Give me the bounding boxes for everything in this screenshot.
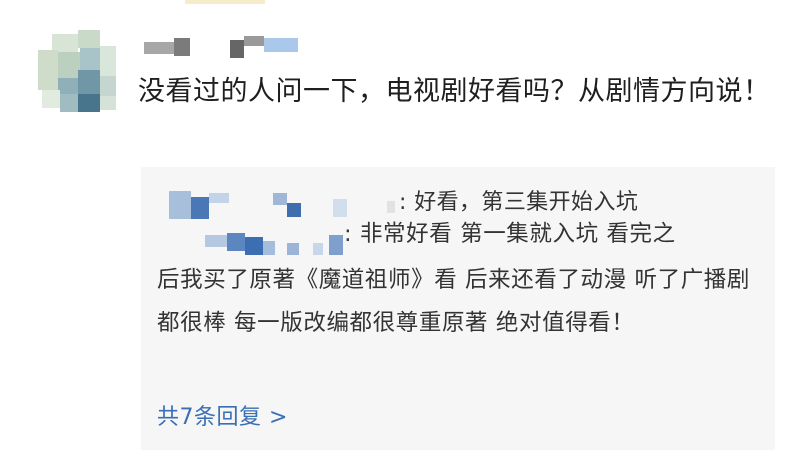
- author-pixel: [191, 197, 209, 219]
- username-pixel: [244, 36, 264, 46]
- author-pixel: [273, 193, 287, 205]
- reply-content: 好看，第三集开始入坑: [414, 190, 639, 215]
- reply-first-line: : 非常好看 第一集就入坑 看完之: [344, 213, 676, 256]
- avatar-pixel: [60, 94, 78, 112]
- avatar-pixel: [100, 96, 116, 110]
- avatar-pixel: [78, 94, 100, 112]
- reply-author-blurred[interactable]: [205, 229, 345, 259]
- author-pixel: [209, 193, 229, 203]
- avatar-pixel: [100, 76, 116, 96]
- reply-body: : 非常好看 第一集就入坑 看完之 后我买了原著《魔道祖师》看 后来还看了动漫 …: [157, 221, 767, 345]
- author-pixel: [169, 191, 191, 219]
- avatar-pixel: [42, 90, 60, 108]
- view-more-replies-link[interactable]: 共7条回复 >: [157, 399, 288, 431]
- reply-content-rest: 后我买了原著《魔道祖师》看 后来还看了动漫 听了广播剧 都很棒 每一版改编都很尊…: [157, 267, 751, 336]
- reply-separator: :: [399, 190, 407, 215]
- username-pixel: [230, 40, 244, 58]
- avatar-pixel: [100, 46, 116, 76]
- author-pixel: [287, 243, 299, 255]
- author-pixel: [313, 243, 323, 255]
- author-pixel: [263, 241, 275, 255]
- author-pixel: [387, 201, 395, 213]
- previous-item-edge: [185, 0, 265, 4]
- author-pixel: [287, 203, 301, 217]
- avatar[interactable]: [38, 30, 118, 112]
- reply-content: 非常好看 第一集就入坑 看完之: [359, 221, 676, 247]
- reply-preview-box[interactable]: : 好看，第三集开始入坑 : 非常好看 第一集就入坑 看完之 后我买了原著《魔道…: [141, 167, 775, 450]
- reply-separator: :: [344, 221, 353, 247]
- avatar-pixel: [78, 70, 100, 94]
- comment-page: 没看过的人问一下，电视剧好看吗？从剧情方向说！ : 好看，第三集开始入坑: 非…: [0, 0, 800, 460]
- comment-text: 没看过的人问一下，电视剧好看吗？从剧情方向说！: [138, 76, 771, 107]
- reply-text: : 好看，第三集开始入坑: [399, 184, 638, 216]
- author-pixel: [329, 235, 343, 255]
- username-pixel: [144, 42, 174, 54]
- username-pixel: [174, 38, 190, 56]
- author-pixel: [245, 237, 263, 255]
- author-pixel: [227, 233, 245, 251]
- avatar-pixel: [80, 48, 100, 70]
- avatar-pixel: [38, 50, 58, 90]
- author-pixel: [205, 235, 227, 247]
- avatar-pixel: [58, 52, 80, 78]
- username-blurred[interactable]: [140, 34, 300, 58]
- avatar-pixel: [78, 30, 100, 48]
- username-pixel: [264, 38, 298, 52]
